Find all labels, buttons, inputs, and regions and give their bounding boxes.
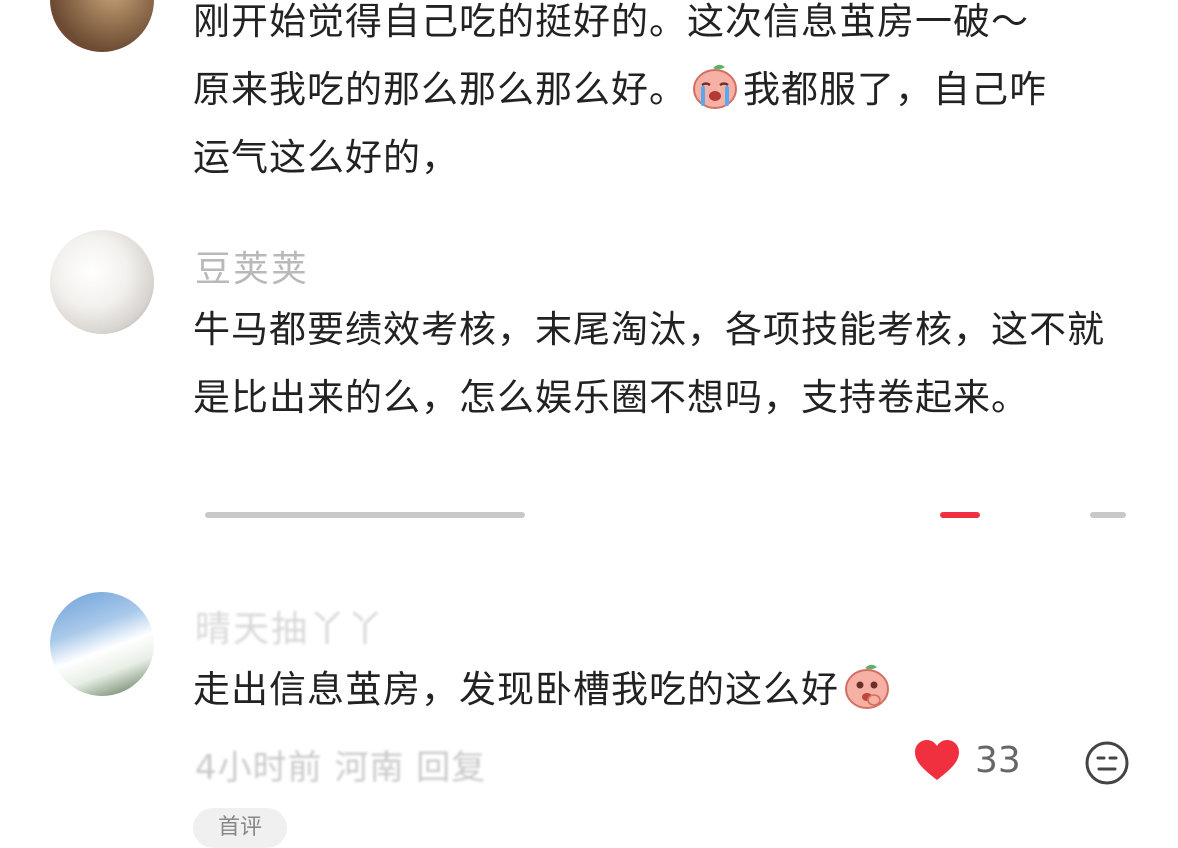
- comment-segment: 我都服了，自己咋: [743, 68, 1047, 111]
- comment-text: 走出信息茧房，发现卧槽我吃的这么好: [193, 656, 1133, 724]
- comment-meta: 4小时前 河南 回复: [195, 748, 487, 788]
- comment-meta-cut: [195, 508, 1135, 518]
- avatar[interactable]: [50, 592, 154, 696]
- comment-text: 牛马都要绩效考核，末尾淘汰，各项技能考核，这不就是比出来的么，怎么娱乐圈不想吗，…: [193, 308, 1105, 419]
- heart-icon: [915, 740, 959, 780]
- tag-label: 首评: [217, 815, 262, 840]
- avatar[interactable]: [50, 0, 154, 52]
- comment-segment: 原来我吃的那么那么那么好。: [193, 68, 687, 111]
- first-comment-tag: 首评: [193, 808, 287, 848]
- avatar[interactable]: [50, 230, 154, 334]
- username[interactable]: 晴天抽丫丫: [195, 600, 385, 652]
- comment-line: 刚开始觉得自己吃的挺好的。这次信息茧房一破～: [193, 0, 1029, 43]
- comment-line: 运气这么好的，: [193, 136, 459, 179]
- crying-peach-emoji-icon: [693, 64, 737, 109]
- like-button[interactable]: 33: [913, 738, 1021, 782]
- shy-peach-emoji-icon: [845, 664, 889, 709]
- like-count: 33: [975, 739, 1021, 781]
- comment-line: 原来我吃的那么那么那么好。 我都服了，自己咋: [193, 56, 1133, 124]
- reaction-face-icon[interactable]: [1084, 740, 1130, 786]
- comment-text: 刚开始觉得自己吃的挺好的。这次信息茧房一破～ 原来我吃的那么那么那么好。 我都服…: [193, 0, 1133, 192]
- username[interactable]: 豆荚荚: [195, 240, 309, 292]
- comment-segment: 走出信息茧房，发现卧槽我吃的这么好: [193, 668, 839, 711]
